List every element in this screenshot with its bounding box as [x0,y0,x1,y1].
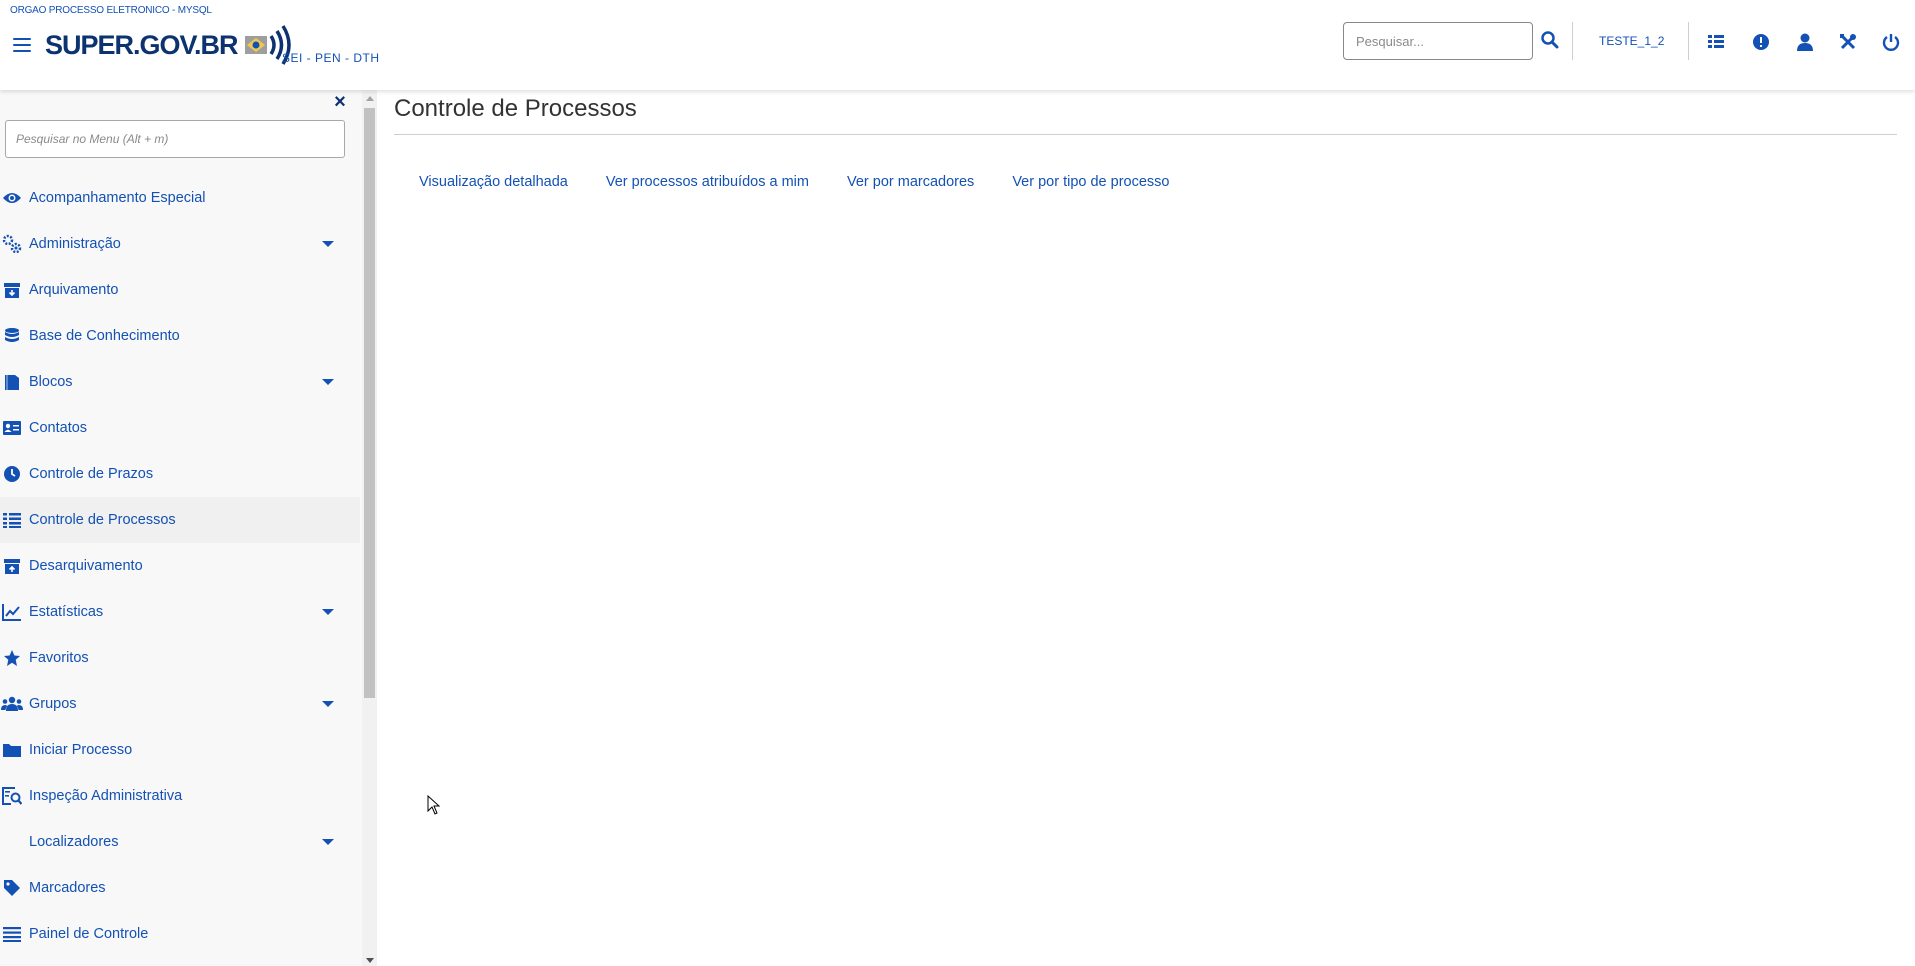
sidebar-item-label: Contatos [29,420,88,436]
sidebar-item-controle-de-processos[interactable]: Controle de Processos [0,497,360,543]
tab-by-process-type[interactable]: Ver por tipo de processo [1012,174,1169,190]
sidebar-item-label: Estatísticas [29,604,104,620]
global-search-input[interactable] [1343,22,1533,60]
sidebar-scrollbar[interactable] [362,90,377,966]
sidebar-item-label: Grupos [29,696,77,712]
organization-name: ORGAO PROCESSO ELETRONICO - MYSQL [10,5,212,16]
sidebar-item-favoritos[interactable]: Favoritos [0,635,360,681]
grid-icon[interactable] [1705,31,1727,53]
sidebar-item-localizadores[interactable]: Localizadores [0,819,360,865]
sidebar-item-base-de-conhecimento[interactable]: Base de Conhecimento [0,313,360,359]
logo-text: SUPER.GOV.BR [45,29,239,60]
clock-icon [1,463,23,485]
sidebar-item-label: Localizadores [29,834,119,850]
book-icon [1,371,23,393]
sidebar-item-label: Inspeção Administrativa [29,788,183,804]
empty-icon [1,831,23,853]
unarchive-icon [1,555,23,577]
sidebar-item-iniciar-processo[interactable]: Iniciar Processo [0,727,360,773]
sidebar-item-contatos[interactable]: Contatos [0,405,360,451]
view-tabs: Visualização detalhada Ver processos atr… [419,174,1208,190]
caret-down-icon[interactable] [322,241,334,247]
contact-card-icon [1,417,23,439]
caret-down-icon[interactable] [322,839,334,845]
sidebar-item-desarquivamento[interactable]: Desarquivamento [0,543,360,589]
scrollbar-thumb[interactable] [364,108,375,698]
tag-icon [1,877,23,899]
user-icon[interactable] [1794,31,1816,53]
list-icon [1,509,23,531]
caret-down-icon[interactable] [322,609,334,615]
menu-list: Acompanhamento Especial Administração Arqu… [0,175,360,957]
search-icon[interactable] [1540,30,1562,52]
sidebar-menu: × Acompanhamento Especial Administração Ar… [0,90,377,966]
sidebar-item-label: Desarquivamento [29,558,143,574]
inspect-icon [1,785,23,807]
unit-selector[interactable]: TESTE_1_2 [1599,34,1664,48]
alert-icon[interactable] [1750,31,1772,53]
scroll-up-icon[interactable] [366,96,374,101]
title-divider [394,134,1897,135]
sidebar-item-painel-de-controle[interactable]: Painel de Controle [0,911,360,957]
caret-down-icon[interactable] [322,379,334,385]
sidebar-item-grupos[interactable]: Grupos [0,681,360,727]
sidebar-item-controle-de-prazos[interactable]: Controle de Prazos [0,451,360,497]
tab-by-markers[interactable]: Ver por marcadores [847,174,974,190]
folder-icon [1,739,23,761]
sidebar-item-marcadores[interactable]: Marcadores [0,865,360,911]
tab-assigned-to-me[interactable]: Ver processos atribuídos a mim [606,174,809,190]
caret-down-icon[interactable] [322,701,334,707]
users-icon [1,693,23,715]
header-divider [1572,22,1573,60]
sidebar-item-inspecao-administrativa[interactable]: Inspeção Administrativa [0,773,360,819]
chart-line-icon [1,601,23,623]
menu-toggle-icon[interactable] [13,38,31,54]
super-gov-logo[interactable]: SUPER.GOV.BR [45,22,294,68]
menu-search-input[interactable] [5,120,345,158]
sidebar-item-label: Acompanhamento Especial [29,190,206,206]
sidebar-item-blocos[interactable]: Blocos [0,359,360,405]
database-icon [1,325,23,347]
sidebar-item-label: Favoritos [29,650,89,666]
sidebar-item-label: Marcadores [29,880,106,896]
sidebar-item-label: Iniciar Processo [29,742,133,758]
sidebar-item-label: Controle de Processos [29,512,176,528]
sidebar-item-acompanhamento-especial[interactable]: Acompanhamento Especial [0,175,360,221]
sidebar-item-label: Painel de Controle [29,926,149,942]
bars-icon [1,923,23,945]
power-icon[interactable] [1880,31,1902,53]
system-name: SEI - PEN - DTH [282,51,380,65]
sidebar-item-estatisticas[interactable]: Estatísticas [0,589,360,635]
gears-icon [1,233,23,255]
tab-detailed-view[interactable]: Visualização detalhada [419,174,568,190]
sidebar-item-label: Base de Conhecimento [29,328,180,344]
page-title: Controle de Processos [394,95,637,122]
archive-icon [1,279,23,301]
sidebar-item-administracao[interactable]: Administração [0,221,360,267]
sidebar-item-arquivamento[interactable]: Arquivamento [0,267,360,313]
scroll-down-icon[interactable] [366,958,374,963]
main-content: Controle de Processos Visualização detal… [377,90,1915,966]
sidebar-item-label: Blocos [29,374,73,390]
close-icon[interactable]: × [332,92,348,112]
header-divider [1688,22,1689,60]
star-icon [1,647,23,669]
eye-icon [1,187,23,209]
mouse-cursor-icon [427,794,441,820]
top-header: ORGAO PROCESSO ELETRONICO - MYSQL SUPER.… [0,0,1915,90]
sidebar-item-label: Administração [29,236,121,252]
sidebar-item-label: Arquivamento [29,282,119,298]
tools-icon[interactable] [1837,31,1859,53]
sidebar-item-label: Controle de Prazos [29,466,154,482]
